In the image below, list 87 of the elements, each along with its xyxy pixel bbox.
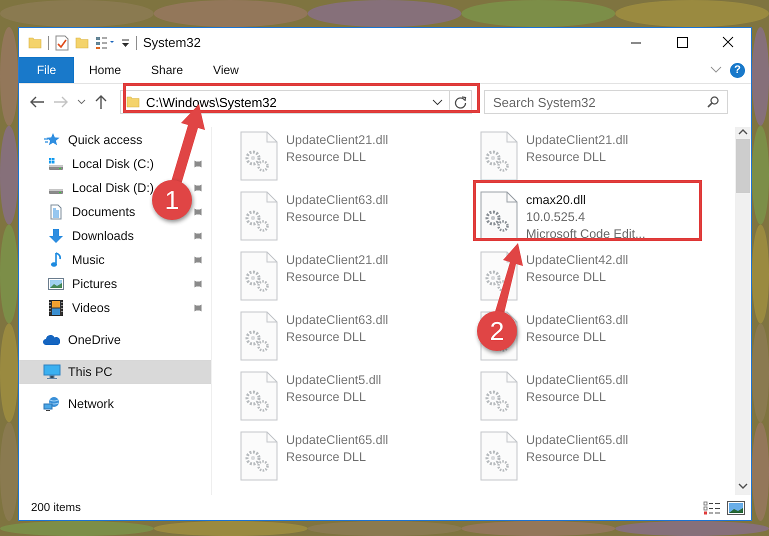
drive-icon xyxy=(48,157,64,171)
landscape-icon xyxy=(48,277,64,291)
folder-icon xyxy=(28,36,42,50)
address-bar[interactable]: C:\Windows\System32 xyxy=(120,90,472,114)
file-detail: Resource DLL xyxy=(286,329,367,346)
file-detail: Microsoft Code Edit... xyxy=(526,226,646,243)
sidebar-item[interactable]: Pictures xyxy=(19,272,211,296)
dll-file-icon xyxy=(240,311,278,361)
search-icon[interactable] xyxy=(707,96,719,108)
sidebar-item[interactable]: Downloads xyxy=(19,224,211,248)
sidebar-item[interactable]: Videos xyxy=(19,296,211,320)
sidebar-item[interactable]: Network xyxy=(19,392,211,416)
back-arrow-icon[interactable] xyxy=(29,95,45,109)
file-detail: Resource DLL xyxy=(526,269,607,286)
file-name[interactable]: UpdateClient65.dll xyxy=(526,372,628,389)
properties-icon[interactable] xyxy=(95,36,115,50)
file-name[interactable]: UpdateClient63.dll xyxy=(286,312,388,329)
scrollbar-thumb[interactable] xyxy=(736,139,750,193)
file-detail: Resource DLL xyxy=(286,269,367,286)
file-name[interactable]: cmax20.dll xyxy=(526,192,646,209)
item-count: 200 items xyxy=(31,502,81,514)
download-arrow-icon xyxy=(48,228,64,244)
file-name[interactable]: UpdateClient65.dll xyxy=(526,432,628,449)
document-icon xyxy=(49,204,63,220)
file-name[interactable]: UpdateClient63.dll xyxy=(286,192,388,209)
large-icons-view-icon[interactable] xyxy=(727,500,745,514)
folder-icon xyxy=(126,95,140,109)
file-detail: Resource DLL xyxy=(286,209,367,226)
network-icon xyxy=(43,396,61,412)
sidebar-item[interactable]: OneDrive xyxy=(19,328,211,352)
chevron-down-icon[interactable] xyxy=(432,98,443,106)
file-name[interactable]: UpdateClient42.dll xyxy=(526,252,628,269)
drive-icon xyxy=(48,188,64,194)
dll-file-icon xyxy=(240,131,278,181)
dll-file-icon xyxy=(480,371,518,421)
film-icon xyxy=(49,300,63,316)
sidebar-item[interactable]: Music xyxy=(19,248,211,272)
file-detail: Resource DLL xyxy=(526,449,607,466)
file-detail: Resource DLL xyxy=(526,149,607,166)
dll-file-icon xyxy=(480,431,518,481)
file-detail: Resource DLL xyxy=(526,389,607,406)
file-detail: Resource DLL xyxy=(526,329,607,346)
star-icon xyxy=(44,133,60,147)
ribbon-tab[interactable]: File xyxy=(19,57,74,83)
pin-icon[interactable] xyxy=(193,231,203,241)
refresh-icon[interactable] xyxy=(454,96,467,108)
file-name[interactable]: UpdateClient63.dll xyxy=(526,312,628,329)
cloud-icon xyxy=(43,334,61,346)
pin-icon[interactable] xyxy=(193,183,203,193)
chevron-down-icon[interactable] xyxy=(77,99,86,105)
file-name[interactable]: UpdateClient21.dll xyxy=(286,252,388,269)
window-title: System32 xyxy=(143,35,201,50)
file-detail: Resource DLL xyxy=(286,389,367,406)
sidebar-item[interactable]: Quick access xyxy=(19,128,211,152)
pin-icon[interactable] xyxy=(193,303,203,313)
sidebar-item[interactable]: This PC xyxy=(19,360,211,384)
details-view-icon[interactable] xyxy=(703,500,721,514)
file-name[interactable]: UpdateClient21.dll xyxy=(286,132,388,149)
dll-file-icon xyxy=(480,131,518,181)
up-arrow-icon[interactable] xyxy=(94,94,108,110)
pin-icon[interactable] xyxy=(193,255,203,265)
file-name[interactable]: UpdateClient5.dll xyxy=(286,372,382,389)
ribbon-tab[interactable]: View xyxy=(198,57,254,83)
file-detail: 10.0.525.4 xyxy=(526,209,586,226)
monitor-icon xyxy=(43,364,61,380)
pin-icon[interactable] xyxy=(193,279,203,289)
ribbon-tab[interactable]: Share xyxy=(136,57,198,83)
scroll-down-icon[interactable] xyxy=(738,481,748,491)
file-name[interactable]: UpdateClient65.dll xyxy=(286,432,388,449)
caret-icon[interactable] xyxy=(121,38,130,48)
dll-file-icon xyxy=(240,371,278,421)
file-detail: Resource DLL xyxy=(286,149,367,166)
pin-icon[interactable] xyxy=(193,207,203,217)
folder-icon xyxy=(75,36,89,50)
scroll-up-icon[interactable] xyxy=(738,127,748,137)
dll-file-icon xyxy=(240,431,278,481)
dll-file-icon xyxy=(240,191,278,241)
checklist-icon[interactable] xyxy=(55,34,69,50)
search-field[interactable]: Search System32 xyxy=(484,90,728,114)
dll-file-icon xyxy=(480,191,518,241)
music-note-icon xyxy=(50,252,62,268)
pin-icon[interactable] xyxy=(193,159,203,169)
dll-file-icon xyxy=(240,251,278,301)
file-detail: Resource DLL xyxy=(286,449,367,466)
help-button[interactable]: ? xyxy=(730,62,745,78)
ribbon-tab[interactable]: Home xyxy=(74,57,136,83)
file-name[interactable]: UpdateClient21.dll xyxy=(526,132,628,149)
